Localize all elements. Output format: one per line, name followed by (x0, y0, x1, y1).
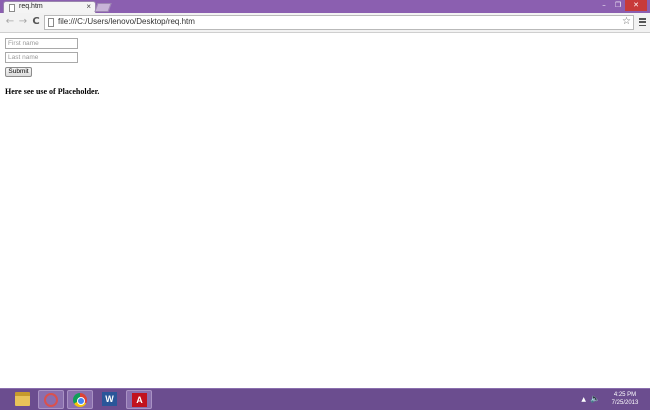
taskbar-word[interactable]: W (97, 390, 123, 409)
reload-button[interactable]: C (30, 16, 42, 28)
page-favicon-icon (9, 4, 15, 12)
back-button[interactable]: ← (4, 16, 16, 28)
page-content: Submit Here see use of Placeholder. (0, 34, 650, 388)
volume-icon[interactable]: 🔈 (590, 394, 600, 403)
app-icon (44, 393, 58, 407)
clock-time: 4:25 PM (613, 392, 637, 398)
tab-close-icon[interactable]: × (86, 2, 91, 11)
page-icon (48, 18, 54, 27)
system-tray: ▲ 🔈 4:25 PM 7/25/2013 (562, 391, 642, 409)
last-name-input[interactable] (5, 52, 78, 63)
tab-title: req.htm (19, 3, 43, 10)
bookmark-star-icon[interactable]: ☆ (622, 16, 631, 27)
menu-icon[interactable] (639, 18, 646, 26)
taskbar-file-explorer[interactable] (10, 390, 36, 409)
taskbar-chrome[interactable] (67, 390, 93, 409)
minimize-button[interactable]: – (597, 0, 611, 11)
submit-button[interactable]: Submit (5, 67, 32, 77)
taskbar-app[interactable] (38, 390, 64, 409)
system-clock[interactable]: 4:25 PM 7/25/2013 (608, 391, 642, 407)
restore-button[interactable]: ❐ (611, 0, 625, 11)
taskbar-acrobat[interactable]: A (126, 390, 152, 409)
chrome-icon (73, 393, 87, 407)
address-url[interactable]: file:///C:/Users/lenovo/Desktop/req.htm (58, 17, 195, 26)
browser-toolbar: ← → C file:///C:/Users/lenovo/Desktop/re… (0, 13, 650, 33)
first-name-input[interactable] (5, 38, 78, 49)
acrobat-icon: A (132, 393, 147, 407)
placeholder-note: Here see use of Placeholder. (5, 87, 100, 96)
file-explorer-icon (15, 392, 30, 406)
new-tab-button[interactable] (94, 3, 112, 12)
title-bar: req.htm × – ❐ ✕ (0, 0, 650, 13)
taskbar: W A ▲ 🔈 4:25 PM 7/25/2013 (0, 388, 650, 410)
browser-tab[interactable]: req.htm × (3, 1, 96, 13)
clock-date: 7/25/2013 (611, 400, 639, 406)
window-controls: – ❐ ✕ (597, 0, 647, 12)
tray-expand-icon[interactable]: ▲ (581, 396, 586, 403)
close-button[interactable]: ✕ (625, 0, 647, 11)
forward-button[interactable]: → (17, 16, 29, 28)
word-icon: W (102, 392, 117, 406)
address-bar[interactable]: file:///C:/Users/lenovo/Desktop/req.htm … (44, 15, 634, 30)
